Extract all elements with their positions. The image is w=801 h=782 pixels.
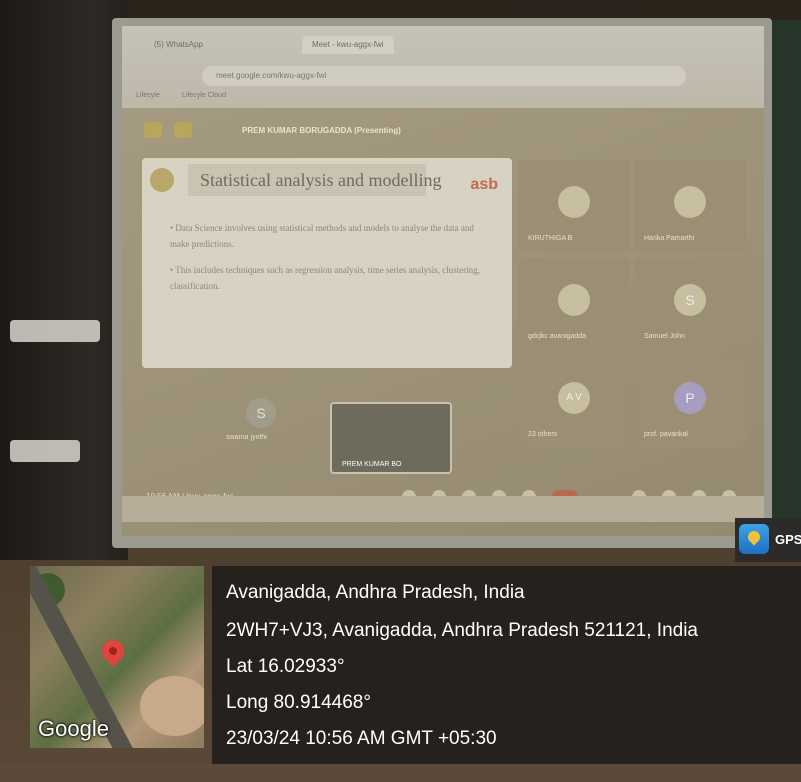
participant-tile[interactable]: P prof. pavankal	[634, 356, 746, 448]
shelf-object	[10, 320, 100, 342]
bookmark-item[interactable]: Lifecyle	[136, 92, 160, 99]
participant-tile[interactable]: Harika Pamarthi	[634, 160, 746, 252]
self-view-label: PREM KUMAR BO	[342, 461, 402, 468]
shared-slide: Statistical analysis and modelling asb •…	[142, 158, 512, 368]
slide-title: Statistical analysis and modelling	[200, 170, 442, 190]
location-address: 2WH7+VJ3, Avanigadda, Andhra Pradesh 521…	[226, 620, 699, 641]
tab-whatsapp[interactable]: (5) WhatsApp	[144, 36, 213, 54]
location-longitude: Long 80.914468°	[226, 692, 371, 713]
participant-name: gdcjkc avanigadda	[528, 333, 586, 340]
participant-name: 23 others	[528, 431, 558, 438]
map-field	[140, 676, 204, 736]
participant-name: Samuel John	[644, 333, 685, 340]
avatar: A V	[558, 382, 590, 414]
floor-strip	[0, 764, 801, 782]
google-logo: Google	[38, 716, 109, 741]
participant-tile[interactable]: S Samuel John	[634, 258, 746, 350]
location-pin-icon	[97, 635, 129, 667]
participant-name: Harika Pamarthi	[644, 235, 695, 242]
participant-name: swarna jyothi	[226, 434, 267, 441]
location-info-panel: Avanigadda, Andhra Pradesh, India 2WH7+V…	[212, 566, 801, 764]
avatar	[558, 284, 590, 316]
gps-label: GPS	[775, 532, 801, 547]
avatar	[674, 186, 706, 218]
participant-tile[interactable]: KIRUTHIGA B	[518, 160, 630, 252]
taskbar	[122, 496, 764, 522]
slide-bullet: • This includes techniques such as regre…	[170, 265, 480, 291]
left-shelf	[0, 0, 128, 560]
slide-bullet: • Data Science involves using statistica…	[170, 223, 474, 249]
avatar	[558, 186, 590, 218]
avatar: S	[246, 398, 276, 428]
meet-control-icon[interactable]	[174, 122, 192, 138]
location-place: Avanigadda, Andhra Pradesh, India	[226, 582, 525, 603]
college-logo-icon	[150, 168, 174, 192]
projected-screen: (5) WhatsApp Meet - kwu-aggx-fwi meet.go…	[122, 26, 764, 536]
shelf-object	[10, 440, 80, 462]
meet-control-icon[interactable]	[144, 122, 162, 138]
brand-logo: asb	[470, 176, 498, 193]
self-view[interactable]: PREM KUMAR BO	[330, 402, 452, 474]
location-datetime: 23/03/24 10:56 AM GMT +05:30	[226, 728, 497, 749]
participant-tile[interactable]: A V 23 others	[518, 356, 630, 448]
browser-chrome: (5) WhatsApp Meet - kwu-aggx-fwi meet.go…	[122, 26, 764, 108]
avatar: S	[674, 284, 706, 316]
address-bar[interactable]: meet.google.com/kwu-aggx-fwi	[202, 66, 686, 86]
presenter-label: PREM KUMAR BORUGADDA (Presenting)	[242, 126, 401, 135]
avatar: P	[674, 382, 706, 414]
participant-tile[interactable]: gdcjkc avanigadda	[518, 258, 630, 350]
location-latitude: Lat 16.02933°	[226, 656, 345, 677]
map-thumbnail: Google	[30, 566, 204, 748]
tab-meet[interactable]: Meet - kwu-aggx-fwi	[302, 36, 394, 54]
gps-camera-badge: GPS	[735, 518, 801, 562]
gps-map-icon	[739, 524, 769, 554]
participant-name: prof. pavankal	[644, 431, 688, 438]
meet-window: PREM KUMAR BORUGADDA (Presenting) Statis…	[122, 108, 764, 536]
bookmark-item[interactable]: Lifecyle Cloud	[182, 92, 226, 99]
participant-name: KIRUTHIGA B	[528, 235, 573, 242]
